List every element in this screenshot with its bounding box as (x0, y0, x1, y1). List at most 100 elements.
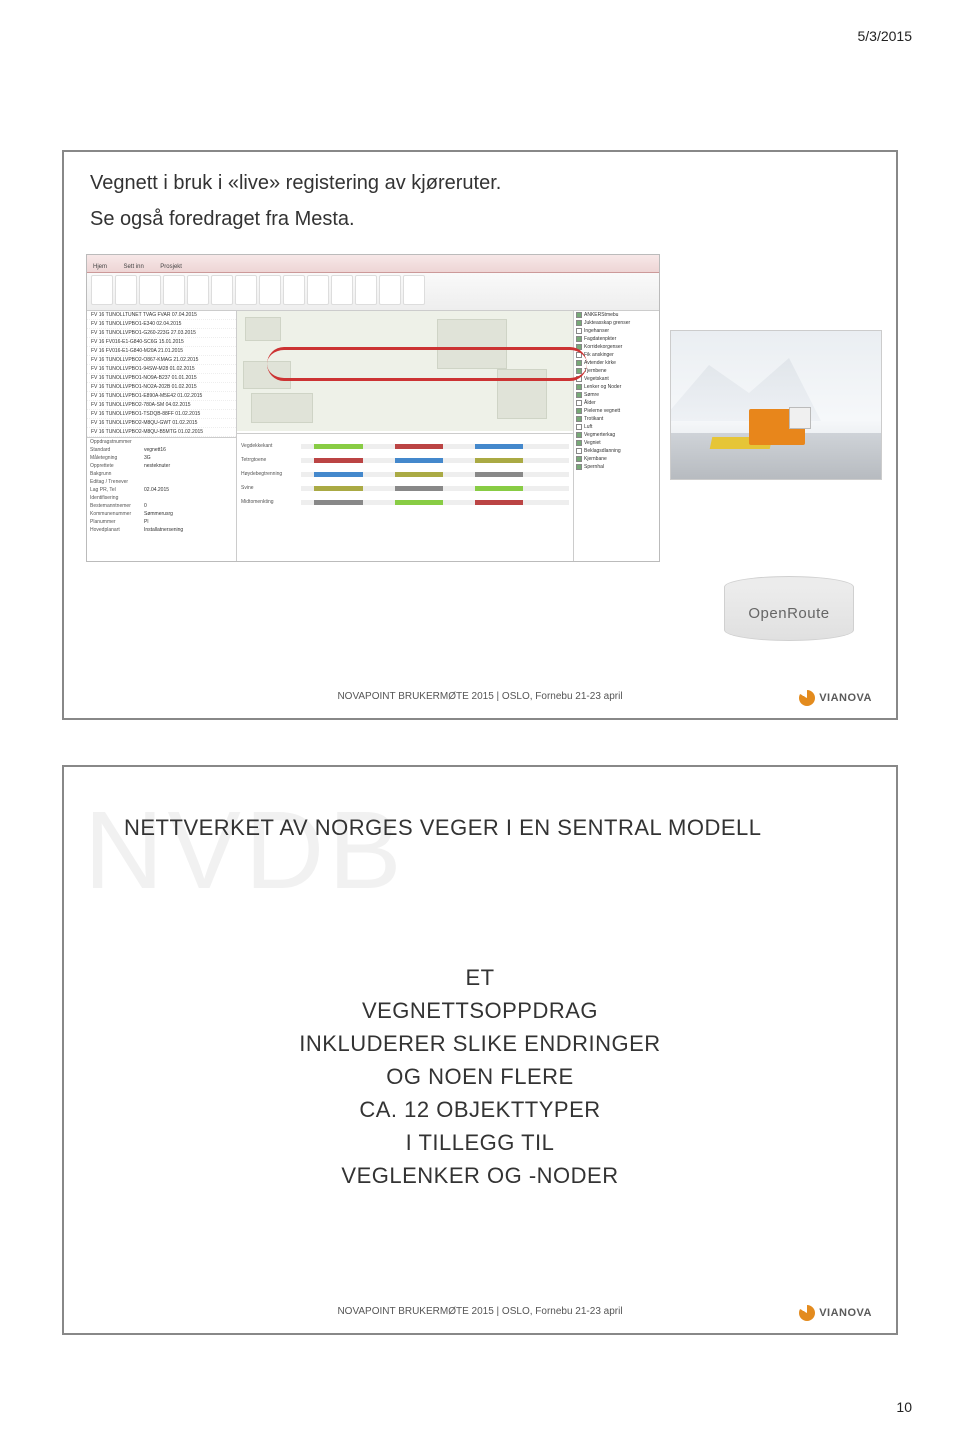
slide1-footer: NOVAPOINT BRUKERMØTE 2015 | OSLO, Forneb… (64, 691, 896, 702)
timeline-row: Høydebegtrenning (241, 468, 569, 480)
timeline-bar (301, 458, 569, 463)
map-view (237, 311, 573, 431)
tree-item: FV 16 TUNOLLVPBO2-M8QU-GWT 01.02.2015 (87, 419, 236, 428)
prop-row: Lag PR, Tel02.04.2015 (87, 486, 236, 494)
checkbox-icon (576, 408, 582, 414)
db-label: OpenRoute (748, 605, 829, 622)
ribbon-icon (235, 275, 257, 305)
layer-label: Trotikant (584, 416, 603, 422)
prop-row: Måletegning3G (87, 454, 236, 462)
body-line: I TILLEGG TIL (64, 1126, 896, 1159)
vianova-swirl-icon (799, 690, 815, 706)
layer-label: Sømre (584, 392, 599, 398)
ribbon-tab: Prosjekt (154, 260, 188, 272)
slide2-footer: NOVAPOINT BRUKERMØTE 2015 | OSLO, Forneb… (64, 1306, 896, 1317)
layer-row: Vegniet (574, 439, 659, 447)
timeline-row: Vegdekkekant (241, 440, 569, 452)
prop-row: Bakgrunn (87, 470, 236, 478)
timeline-label: Vegdekkekant (241, 443, 301, 449)
layer-row: Spernhal (574, 463, 659, 471)
body-line: ET (64, 961, 896, 994)
layer-label: Korridekorgenser (584, 344, 622, 350)
layer-label: Jukteasskap grenser (584, 320, 630, 326)
layer-label: Luft (584, 424, 592, 430)
app-body: FV 16 TUNOLLTUNET TVAG FVAR 07.04.2015 FV… (87, 311, 659, 561)
checkbox-icon (576, 432, 582, 438)
tree-item: FV 16 TUNOLLVPBO1-NO2A-202B 01.02.2015 (87, 383, 236, 392)
nvdb-watermark: NVDB (84, 787, 406, 914)
vianova-logo: VIANOVA (799, 690, 872, 706)
tree-item: FV 16 TUNOLLTUNET TVAG FVAR 07.04.2015 (87, 311, 236, 320)
layers-panel: ANKERStmebu Jukteasskap grenser Ingehanser… (573, 311, 659, 561)
ribbon-icon (91, 275, 113, 305)
vianova-logo: VIANOVA (799, 1305, 872, 1321)
slide2-title: NETTVERKET AV NORGES VEGER I EN SENTRAL … (124, 815, 762, 841)
body-line: VEGNETTSOPPDRAG (64, 994, 896, 1027)
ribbon-icon (187, 275, 209, 305)
checkbox-icon (576, 336, 582, 342)
ribbon-icon (139, 275, 161, 305)
vianova-swirl-icon (799, 1305, 815, 1321)
body-line: OG NOEN FLERE (64, 1060, 896, 1093)
tree-item: FV 16 FV016-E1-G840-M20A 21.01.2015 (87, 347, 236, 356)
timeline-panel: VegdekkekantTetrrgtoeneHøydebegtrenningS… (237, 433, 573, 561)
map-road (267, 347, 587, 381)
prop-row: Opprettetenesteknuter (87, 462, 236, 470)
layer-label: Fik anskinger (584, 352, 614, 358)
ribbon-icon (307, 275, 329, 305)
checkbox-icon (576, 312, 582, 318)
timeline-bar (301, 472, 569, 477)
checkbox-icon (576, 456, 582, 462)
snow-plow-photo (670, 330, 882, 480)
checkbox-icon (576, 320, 582, 326)
checkbox-icon (576, 400, 582, 406)
timeline-row: Tetrrgtoene (241, 454, 569, 466)
prop-row: KommunenummerSømmerusrg (87, 510, 236, 518)
vianova-text: VIANOVA (819, 692, 872, 704)
layer-row: Korridekorgenser (574, 343, 659, 351)
slide2-body: ET VEGNETTSOPPDRAG INKLUDERER SLIKE ENDR… (64, 961, 896, 1192)
timeline-bar (301, 486, 569, 491)
layer-row: Sømre (574, 391, 659, 399)
timeline-label: Tetrrgtoene (241, 457, 301, 463)
layer-row: Vegetskant (574, 375, 659, 383)
timeline-label: Midtomenkting (241, 499, 301, 505)
checkbox-icon (576, 424, 582, 430)
layer-row: Ingehanser (574, 327, 659, 335)
layer-label: Vegetskant (584, 376, 609, 382)
center-pane: VegdekkekantTetrrgtoeneHøydebegtrenningS… (237, 311, 573, 561)
left-pane: FV 16 TUNOLLTUNET TVAG FVAR 07.04.2015 FV… (87, 311, 237, 561)
ribbon-icon (283, 275, 305, 305)
checkbox-icon (576, 448, 582, 454)
layer-label: Pielerne vegnett (584, 408, 620, 414)
checkbox-icon (576, 392, 582, 398)
ribbon-icon (259, 275, 281, 305)
layer-label: Tjernbene (584, 368, 607, 374)
layer-label: ANKERStmebu (584, 312, 618, 318)
layer-row: Ålder (574, 399, 659, 407)
ribbon-icon (163, 275, 185, 305)
tree-item: FV 16 TUNOLLVPBO2-O867-KMAG 21.02.2015 (87, 356, 236, 365)
tree-item: FV 16 TUNOLLVPBO1-E890A-M5E42 01.02.2015 (87, 392, 236, 401)
ribbon-tab: Sett inn (117, 260, 149, 272)
vianova-text: VIANOVA (819, 1307, 872, 1319)
prop-row: Bestemanntnemer0 (87, 502, 236, 510)
tree-item: FV 16 TUNOLLVPBO2-M8QU-B5MTG 01.02.2015 (87, 428, 236, 437)
checkbox-icon (576, 328, 582, 334)
layer-label: Ingehanser (584, 328, 609, 334)
ribbon-icons (91, 275, 655, 309)
timeline-row: Midtomenkting (241, 496, 569, 508)
body-line: VEGLENKER OG -NODER (64, 1159, 896, 1192)
layer-label: Vegniet (584, 440, 601, 446)
layer-label: Ålder (584, 400, 596, 406)
layer-row: Tjernbene (574, 367, 659, 375)
prop-row: Identifisering (87, 494, 236, 502)
layer-label: Lenker og Noder (584, 384, 621, 390)
layer-label: Beklagsdlanning (584, 448, 621, 454)
timeline-bar (301, 444, 569, 449)
prop-row: Editag / Trenever (87, 478, 236, 486)
slide-1: Vegnett i bruk i «live» registering av k… (62, 150, 898, 720)
ribbon-icon (355, 275, 377, 305)
layer-label: Vegmerterkag (584, 432, 615, 438)
layer-label: Kjernbane (584, 456, 607, 462)
